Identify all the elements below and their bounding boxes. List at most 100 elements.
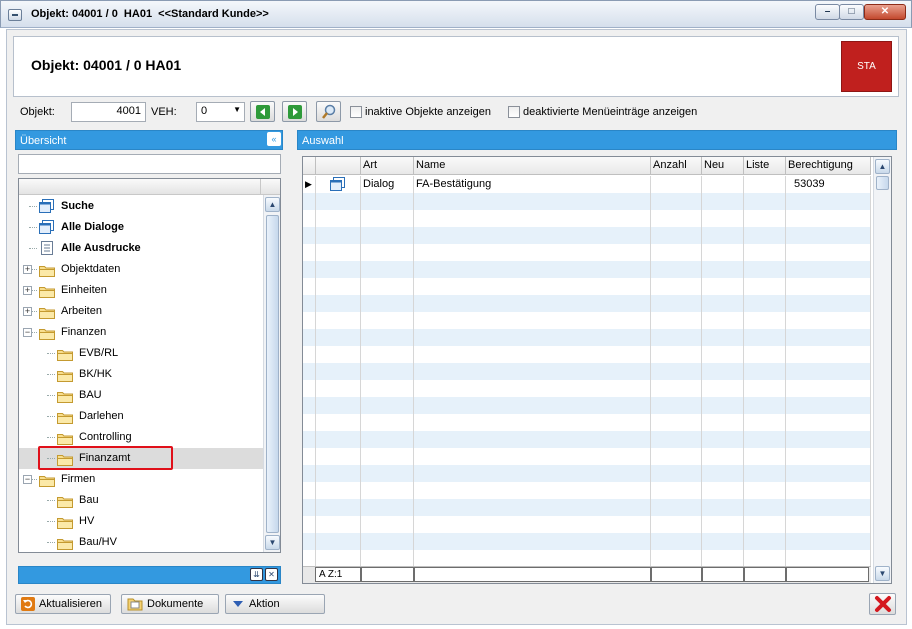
expand-icon[interactable]: +	[23, 307, 32, 316]
column-header-berechtigung[interactable]: Berechtigung	[786, 157, 871, 175]
grid-scroll-up-button[interactable]: ▲	[875, 159, 890, 174]
tree-item-controlling[interactable]: Controlling	[19, 427, 263, 448]
cell-art	[361, 499, 414, 516]
table-row[interactable]	[303, 193, 871, 210]
tree-item-alle-ausdrucke[interactable]: Alle Ausdrucke	[19, 238, 263, 259]
column-header-neu[interactable]: Neu	[702, 157, 744, 175]
row-icon-cell	[316, 176, 361, 193]
tree-item-evb-rl[interactable]: EVB/RL	[19, 343, 263, 364]
table-row[interactable]	[303, 482, 871, 499]
veh-select[interactable]: 0 ▼	[196, 102, 245, 122]
inactive-objects-checkbox[interactable]	[350, 106, 362, 118]
tree-item-suche[interactable]: Suche	[19, 196, 263, 217]
table-row[interactable]	[303, 244, 871, 261]
selection-title: Auswahl	[302, 135, 344, 147]
row-indicator	[303, 533, 316, 550]
cell-berechtigung	[786, 261, 871, 278]
row-icon-cell	[316, 448, 361, 465]
table-row[interactable]	[303, 295, 871, 312]
table-row[interactable]: ▶ Dialog FA-Bestätigung 53039	[303, 176, 871, 193]
tree-item-darlehen[interactable]: Darlehen	[19, 406, 263, 427]
cell-name	[414, 380, 651, 397]
table-row[interactable]	[303, 533, 871, 550]
table-row[interactable]	[303, 380, 871, 397]
table-row[interactable]	[303, 499, 871, 516]
table-row[interactable]	[303, 397, 871, 414]
tree-item-bau[interactable]: Bau	[19, 490, 263, 511]
table-row[interactable]	[303, 329, 871, 346]
expand-icon[interactable]: +	[23, 265, 32, 274]
tree-item-finanzen[interactable]: − Finanzen	[19, 322, 263, 343]
table-row[interactable]	[303, 210, 871, 227]
table-row[interactable]	[303, 363, 871, 380]
table-row[interactable]	[303, 465, 871, 482]
cell-berechtigung	[786, 482, 871, 499]
chevron-down-icon: ▼	[233, 105, 241, 114]
table-row[interactable]	[303, 448, 871, 465]
collapse-icon[interactable]: −	[23, 475, 32, 484]
column-header-name[interactable]: Name	[414, 157, 651, 175]
cell-anzahl	[651, 244, 702, 261]
tree-item-label: BAU	[79, 389, 102, 401]
collapse-icon[interactable]: −	[23, 328, 32, 337]
system-menu-icon[interactable]	[8, 9, 22, 21]
tree-item-alle-dialoge[interactable]: Alle Dialoge	[19, 217, 263, 238]
documents-button[interactable]: Dokumente	[121, 594, 219, 614]
table-row[interactable]	[303, 278, 871, 295]
column-header-liste[interactable]: Liste	[744, 157, 786, 175]
cell-berechtigung	[786, 533, 871, 550]
grid-scroll-down-button[interactable]: ▼	[875, 566, 890, 581]
collapse-panel-button[interactable]: «	[267, 132, 281, 146]
refresh-button[interactable]: Aktualisieren	[15, 594, 111, 614]
table-row[interactable]	[303, 312, 871, 329]
cell-art	[361, 482, 414, 499]
tree-item-bau-hv[interactable]: Bau/HV	[19, 532, 263, 552]
row-indicator	[303, 516, 316, 533]
table-row[interactable]	[303, 414, 871, 431]
previous-button[interactable]	[250, 101, 275, 122]
tree-item-label: Einheiten	[61, 284, 107, 296]
column-header-art[interactable]: Art	[361, 157, 414, 175]
report-icon	[39, 241, 55, 255]
cell-neu	[702, 312, 744, 329]
expand-icon[interactable]: +	[23, 286, 32, 295]
table-row[interactable]	[303, 227, 871, 244]
tree-item-einheiten[interactable]: + Einheiten	[19, 280, 263, 301]
close-button[interactable]	[869, 593, 896, 615]
tree-item-arbeiten[interactable]: + Arbeiten	[19, 301, 263, 322]
table-row[interactable]	[303, 261, 871, 278]
scroll-up-button[interactable]: ▲	[265, 197, 280, 212]
column-header-anzahl[interactable]: Anzahl	[651, 157, 702, 175]
table-row[interactable]	[303, 346, 871, 363]
tree-item-bau[interactable]: BAU	[19, 385, 263, 406]
dialog-icon	[39, 220, 55, 234]
cell-anzahl	[651, 210, 702, 227]
row-icon-cell	[316, 244, 361, 261]
folder-icon	[57, 369, 73, 382]
maximize-button[interactable]: □	[839, 4, 864, 20]
grid-scroll-thumb[interactable]	[876, 176, 889, 190]
tree-item-hv[interactable]: HV	[19, 511, 263, 532]
tree-connector	[47, 521, 55, 522]
tree-item-bk-hk[interactable]: BK/HK	[19, 364, 263, 385]
expand-all-button[interactable]: ⇊	[250, 568, 263, 581]
close-filter-button[interactable]: ✕	[265, 568, 278, 581]
table-row[interactable]	[303, 550, 871, 567]
objekt-input[interactable]: 4001	[71, 102, 146, 122]
search-button[interactable]	[316, 101, 341, 122]
scroll-down-button[interactable]: ▼	[265, 535, 280, 550]
next-button[interactable]	[282, 101, 307, 122]
table-row[interactable]	[303, 516, 871, 533]
tree-item-firmen[interactable]: − Firmen	[19, 469, 263, 490]
minimize-button[interactable]: –	[815, 4, 840, 20]
tree-item-label: BK/HK	[79, 368, 113, 380]
tree-item-objektdaten[interactable]: + Objektdaten	[19, 259, 263, 280]
tree-scrollbar[interactable]: ▲ ▼	[263, 195, 280, 552]
action-button[interactable]: Aktion	[225, 594, 325, 614]
tree-scroll-thumb[interactable]	[266, 215, 279, 533]
grid-scrollbar[interactable]: ▲ ▼	[873, 157, 891, 583]
overview-search-input[interactable]	[18, 154, 281, 174]
close-window-button[interactable]: ✕	[864, 4, 906, 20]
table-row[interactable]	[303, 431, 871, 448]
deactivated-menu-checkbox[interactable]	[508, 106, 520, 118]
